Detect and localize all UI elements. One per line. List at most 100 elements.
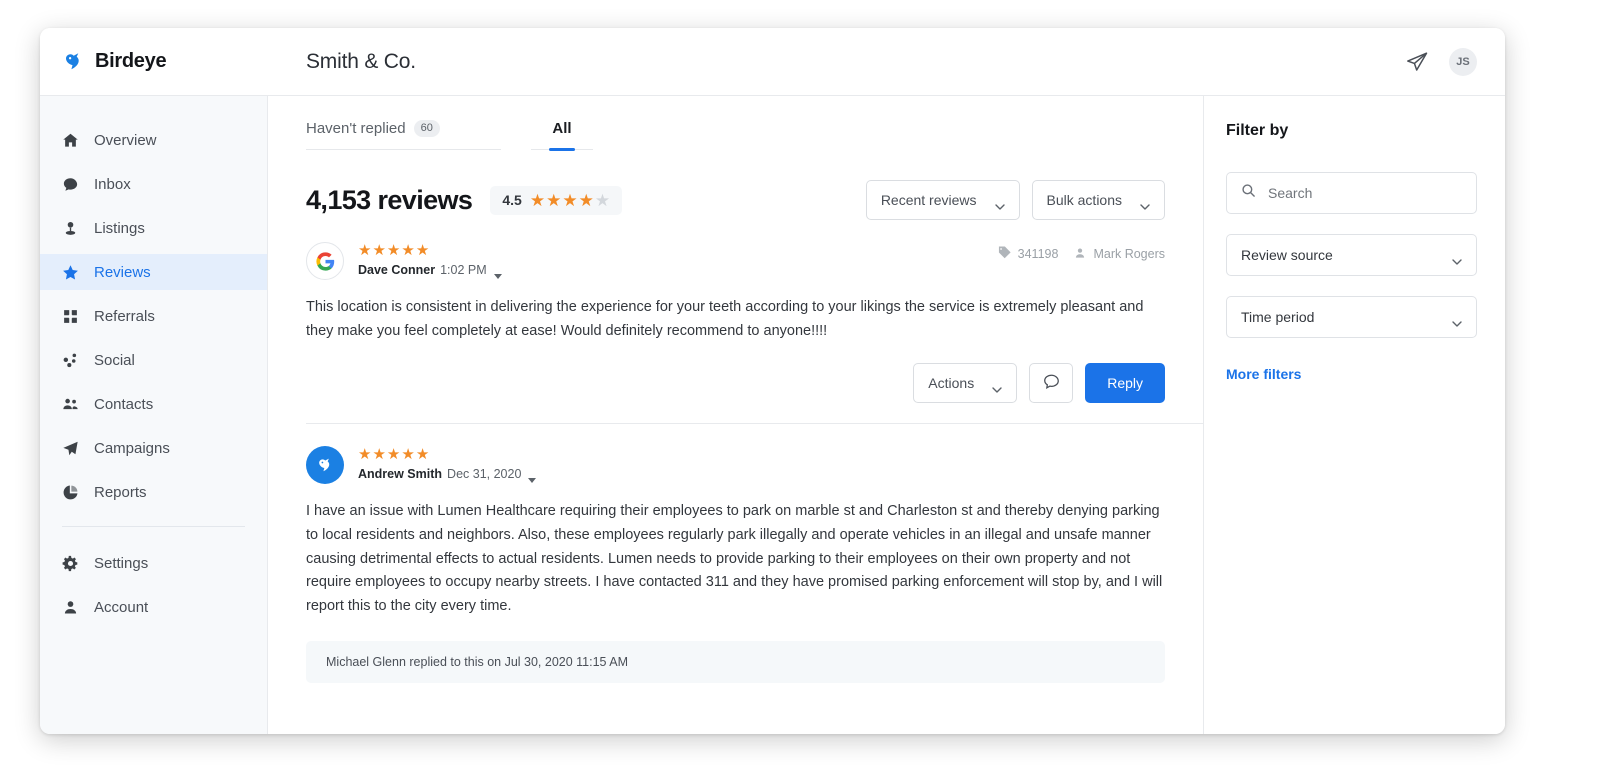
sidebar-item-reviews[interactable]: Reviews xyxy=(40,254,267,290)
sidebar-item-account[interactable]: Account xyxy=(40,589,267,625)
review-timestamp: 1:02 PM xyxy=(440,263,487,278)
sidebar-item-referrals[interactable]: Referrals xyxy=(40,298,267,334)
account-title: Smith & Co. xyxy=(306,49,416,73)
review-timestamp: Dec 31, 2020 xyxy=(447,467,522,482)
review-source-label: Review source xyxy=(1241,247,1333,263)
sidebar-item-label: Overview xyxy=(94,131,157,149)
sidebar-item-label: Campaigns xyxy=(94,439,170,457)
review-tabs: Haven't replied 60 All xyxy=(306,96,1203,151)
time-period-select[interactable]: Time period xyxy=(1226,296,1477,338)
review-card: ★ ★ ★ ★ ★ Andrew Smith Dec 31, 2020 I have a… xyxy=(306,424,1203,702)
pie-chart-icon xyxy=(62,484,79,501)
search-field[interactable] xyxy=(1226,172,1477,214)
comment-bubble-icon-button[interactable] xyxy=(1029,363,1074,404)
chevron-down-icon xyxy=(1140,197,1150,210)
avatar[interactable]: JS xyxy=(1449,47,1477,76)
rating-value: 4.5 xyxy=(502,192,522,209)
sidebar-item-listings[interactable]: Listings xyxy=(40,210,267,246)
sidebar-item-label: Settings xyxy=(94,554,149,572)
tab-label: All xyxy=(552,120,572,138)
sort-dropdown-button[interactable]: Recent reviews xyxy=(865,180,1020,221)
review-actions-button[interactable]: Actions xyxy=(913,363,1018,404)
rating-stars: ★ ★ ★ ★ ★ xyxy=(529,190,611,210)
brand-logo-area[interactable]: Birdeye xyxy=(40,50,268,74)
header-action-buttons: Recent reviews Bulk actions xyxy=(865,180,1165,221)
sidebar-item-inbox[interactable]: Inbox xyxy=(40,166,267,202)
chat-bubble-icon xyxy=(62,176,79,193)
sort-dropdown-label: Recent reviews xyxy=(880,192,977,209)
bulk-actions-label: Bulk actions xyxy=(1046,192,1122,209)
google-icon xyxy=(306,242,344,281)
review-author: Andrew Smith xyxy=(358,467,443,482)
chevron-down-icon xyxy=(992,380,1002,394)
more-filters-link[interactable]: More filters xyxy=(1226,366,1301,382)
review-body-text: This location is consistent in deliverin… xyxy=(306,299,1144,339)
caret-down-icon[interactable] xyxy=(493,268,502,279)
review-card: ★ ★ ★ ★ ★ Dave Conner 1:02 PM 341198 Mar… xyxy=(306,220,1203,425)
caret-down-icon[interactable] xyxy=(528,472,537,483)
sidebar-item-label: Referrals xyxy=(94,307,155,325)
birdeye-icon xyxy=(306,446,344,485)
person-icon xyxy=(62,599,79,616)
review-assignee-name: Mark Rogers xyxy=(1093,247,1165,262)
time-period-label: Time period xyxy=(1241,309,1315,325)
sidebar-item-campaigns[interactable]: Campaigns xyxy=(40,430,267,466)
sidebar-item-contacts[interactable]: Contacts xyxy=(40,386,267,422)
sidebar-item-label: Inbox xyxy=(94,175,131,193)
rating-summary: 4.5 ★ ★ ★ ★ ★ xyxy=(490,185,623,215)
map-pin-icon xyxy=(62,220,79,237)
sidebar-item-overview[interactable]: Overview xyxy=(40,122,267,158)
sidebar-item-label: Reports xyxy=(94,483,147,501)
sidebar-item-label: Social xyxy=(94,351,135,369)
sidebar: Overview Inbox Listings Reviews Referral… xyxy=(40,96,268,734)
top-bar-right: JS xyxy=(1405,47,1505,76)
tab-all[interactable]: All xyxy=(531,120,593,151)
review-action-row: Actions Reply xyxy=(306,363,1165,404)
top-bar: Birdeye Smith & Co. JS xyxy=(40,28,1505,96)
review-meta: ★ ★ ★ ★ ★ Andrew Smith Dec 31, 2020 xyxy=(358,446,537,483)
review-stars: ★ ★ ★ ★ ★ xyxy=(358,242,430,260)
search-icon xyxy=(1241,183,1256,203)
tab-label: Haven't replied xyxy=(306,120,406,138)
sidebar-item-label: Reviews xyxy=(94,263,151,281)
review-source-select[interactable]: Review source xyxy=(1226,234,1477,276)
page-title: 4,153 reviews xyxy=(306,184,473,215)
sidebar-item-social[interactable]: Social xyxy=(40,342,267,378)
review-body-text: I have an issue with Lumen Healthcare re… xyxy=(306,503,1163,614)
paper-plane-icon[interactable] xyxy=(1405,50,1429,74)
referrals-icon xyxy=(62,308,79,325)
paper-plane-icon xyxy=(62,440,79,457)
review-tag-id: 341198 xyxy=(1017,247,1059,262)
person-icon xyxy=(1074,247,1086,262)
review-meta: ★ ★ ★ ★ ★ Dave Conner 1:02 PM xyxy=(358,242,502,279)
review-stars: ★ ★ ★ ★ ★ xyxy=(358,446,430,464)
sidebar-item-label: Contacts xyxy=(94,395,154,413)
people-icon xyxy=(62,396,79,413)
filter-panel: Filter by Review source Time period xyxy=(1203,96,1505,734)
sidebar-item-settings[interactable]: Settings xyxy=(40,545,267,581)
review-actions-label: Actions xyxy=(928,375,975,392)
review-assignee[interactable]: Mark Rogers xyxy=(1074,247,1165,262)
tab-havent-replied[interactable]: Haven't replied 60 xyxy=(306,120,501,151)
review-author: Dave Conner xyxy=(358,263,436,278)
sidebar-divider xyxy=(62,526,245,527)
review-tags-row: 341198 Mark Rogers xyxy=(998,242,1165,262)
search-input[interactable] xyxy=(1268,185,1462,201)
gear-icon xyxy=(62,555,79,572)
sidebar-item-reports[interactable]: Reports xyxy=(40,474,267,510)
review-author-line: Andrew Smith Dec 31, 2020 xyxy=(358,467,537,483)
tab-badge-count: 60 xyxy=(413,120,440,138)
reviews-main-panel: Haven't replied 60 All 4,153 reviews 4.5… xyxy=(268,96,1203,734)
reply-button[interactable]: Reply xyxy=(1085,363,1165,404)
tag-icon xyxy=(998,246,1011,262)
review-header: ★ ★ ★ ★ ★ Dave Conner 1:02 PM 341198 Mar… xyxy=(306,242,1165,281)
filter-panel-title: Filter by xyxy=(1226,122,1289,139)
review-reply-note: Michael Glenn replied to this on Jul 30,… xyxy=(306,640,1165,683)
bulk-actions-button[interactable]: Bulk actions xyxy=(1031,180,1165,221)
sidebar-item-label: Listings xyxy=(94,219,145,237)
review-tag[interactable]: 341198 xyxy=(998,246,1059,262)
app-body: Overview Inbox Listings Reviews Referral… xyxy=(40,96,1505,734)
chevron-down-icon xyxy=(1452,252,1462,265)
share-nodes-icon xyxy=(62,352,79,369)
star-icon xyxy=(62,264,79,281)
